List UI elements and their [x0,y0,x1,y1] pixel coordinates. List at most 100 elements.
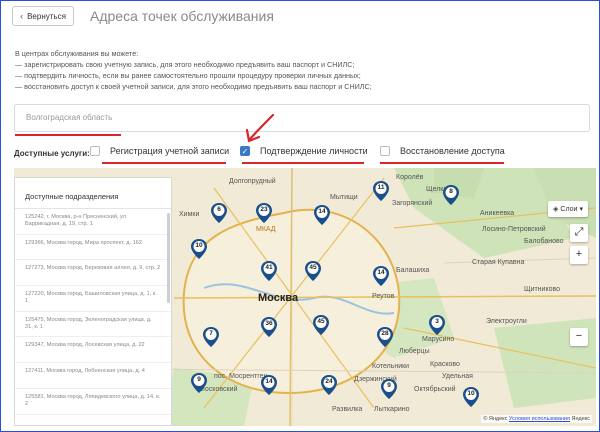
list-item[interactable]: 127273, Москва город, Березовая аллея, д… [15,260,171,287]
map-label-korolev: Королёв [396,174,424,181]
map-marker[interactable]: 45 [312,314,330,336]
page-title: Адреса точек обслуживания [90,8,274,24]
map-marker[interactable]: 10 [462,386,480,408]
fullscreen-button[interactable]: ⤢ [570,224,588,242]
list-item[interactable]: 125475, Москва город, Зеленоградская ули… [15,312,171,338]
map-label-reutov: Реутов [372,293,395,300]
map-marker-count: 23 [260,206,268,213]
map-label-losino: Лосино-Петровский [482,226,546,233]
map-marker[interactable]: 6 [210,202,228,224]
intro-item: — подтвердить личность, если вы ранее са… [15,71,361,80]
map-label-kotelniki: Котельники [372,363,410,370]
map-marker-count: 36 [265,320,273,327]
list-item[interactable]: 129366, Москва город, Мира проспект, д. … [15,235,171,261]
map-marker-count: 45 [317,318,325,325]
map-marker-count: 28 [381,330,389,337]
identity-checkbox[interactable]: ✓ [240,146,250,156]
map-marker[interactable]: 36 [260,316,278,338]
list-item[interactable]: 127220, Москва город, Башиловская улица,… [15,286,171,312]
map-marker[interactable]: 8 [442,184,460,206]
copyright-text: © Яндекс [483,416,508,422]
map-marker[interactable]: 45 [304,260,322,282]
map-marker-count: 7 [209,330,213,337]
red-underline-annotation [242,162,364,164]
list-item[interactable]: 125581, Москва город, Ляпидевского улица… [15,389,171,415]
map-label-balobanovo: Балобаново [524,238,564,245]
service-option-registration[interactable]: Регистрация учетной записи [90,146,229,156]
chevron-down-icon: ▾ [579,206,583,213]
map-label-balashikha: Балашиха [396,267,430,274]
terms-link[interactable]: Условия использования [509,416,570,422]
map-marker[interactable]: 9 [190,372,208,394]
service-option-label: Подтверждение личности [260,146,368,156]
map-copyright: © Яндекс Условия использования Яндекс [481,415,592,423]
map-marker[interactable]: 23 [255,202,273,224]
map-marker[interactable]: 14 [260,374,278,396]
map-marker-count: 3 [435,318,439,325]
map-marker[interactable]: 41 [260,260,278,282]
map-label-mytishchi: Мытищи [330,194,358,201]
map-marker-count: 9 [197,376,201,383]
back-button[interactable]: ‹ Вернуться [12,6,74,26]
service-option-identity[interactable]: ✓ Подтверждение личности [240,146,368,156]
yandex-logo: Яндекс [571,416,591,422]
map-label-lyubertsy: Люберцы [399,348,430,355]
map-marker-count: 14 [265,378,273,385]
service-option-restore[interactable]: Восстановление доступа [380,146,505,156]
zoom-out-button[interactable]: − [570,328,588,346]
red-arrow-annotation [245,113,275,143]
map-label-khimki: Химки [179,211,200,218]
map-marker[interactable]: 3 [428,314,446,336]
map-marker-count: 8 [449,188,453,195]
zoom-in-button[interactable]: + [570,246,588,264]
map-label-razvilka: Развилка [332,406,363,413]
intro-item: — зарегистрировать свою учетную запись, … [15,60,355,69]
map-label-oktyabrsky: Октябрьский [414,386,456,393]
chevron-left-icon: ‹ [20,11,24,21]
service-option-label: Регистрация учетной записи [110,146,230,156]
service-points-panel: Доступные подразделения 125242, г. Москв… [14,177,172,426]
map-marker-count: 6 [217,206,221,213]
map-label-mkad: МКАД [256,226,276,233]
map-marker[interactable]: 28 [376,326,394,348]
map-marker-count: 10 [195,242,203,249]
map-label-kraskovo: Красково [430,361,460,368]
map-marker-count: 24 [325,378,333,385]
services-label: Доступные услуги: [14,149,90,158]
panel-scrollbar[interactable] [167,213,170,303]
map-marker[interactable]: 7 [202,326,220,348]
service-option-label: Восстановление доступа [400,146,505,156]
back-button-label: Вернуться [27,11,66,21]
map-marker[interactable]: 24 [320,374,338,396]
map-label-moscow: Москва [258,292,299,304]
map-label-staraya-kupavna: Старая Купавна [472,259,525,266]
map-marker-count: 14 [377,269,385,276]
restore-checkbox[interactable] [380,146,390,156]
map-label-marusino: Марусино [422,336,455,343]
intro-item: — восстановить доступ к своей учетной за… [15,82,372,91]
intro-text: В центрах обслуживания вы можете: — заре… [15,48,575,92]
red-underline-annotation [102,162,226,164]
map-marker[interactable]: 9 [380,378,398,400]
service-points-map[interactable]: Москва Долгопрудный Мытищи Королёв Щелко… [14,168,596,426]
list-item[interactable]: 127411, Москва город, Лобненская улица, … [15,363,171,389]
list-item[interactable]: 125242, г. Москва, р-н Пресненский, ул. … [15,209,171,235]
map-marker[interactable]: 11 [372,180,390,202]
map-label-zagoryansky: Загорянский [392,200,433,207]
map-marker[interactable]: 10 [190,238,208,260]
layers-button[interactable]: ◈ Слои ▾ [548,201,588,217]
region-field[interactable]: Волгоградская область [14,104,590,132]
panel-title: Доступные подразделения [15,178,171,209]
map-marker[interactable]: 14 [372,265,390,287]
list-item[interactable]: 129347, Москва город, Лосевская улица, д… [15,337,171,364]
map-marker-count: 41 [265,264,273,271]
red-underline-annotation [380,162,504,164]
intro-lead: В центрах обслуживания вы можете: [15,49,139,58]
map-marker[interactable]: 14 [313,204,331,226]
registration-checkbox[interactable] [90,146,100,156]
layers-button-label: Слои [560,205,578,213]
layers-icon: ◈ [553,206,559,213]
map-label-elektrougli: Электроугли [486,318,527,325]
map-label-dolgoprudny: Долгопрудный [229,178,276,185]
map-marker-count: 10 [467,390,475,397]
